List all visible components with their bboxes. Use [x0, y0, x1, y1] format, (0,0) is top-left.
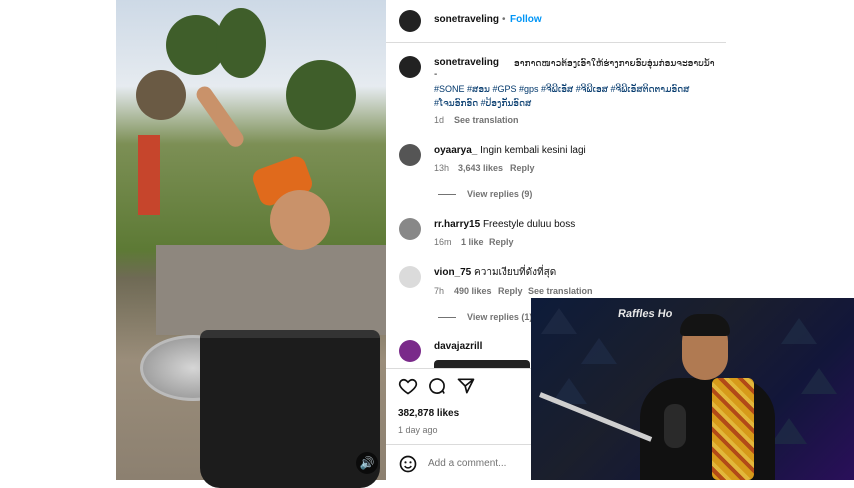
- comment-username[interactable]: davajazrill: [434, 340, 482, 354]
- wall-panel: [781, 318, 817, 344]
- microphone: [664, 404, 686, 448]
- caption-time: 1d: [434, 115, 445, 125]
- sound-icon[interactable]: 🔊: [356, 452, 378, 474]
- replies-line: [438, 194, 456, 195]
- wall-panel: [541, 308, 577, 334]
- concrete-basin: [156, 245, 386, 335]
- divider: [386, 444, 531, 445]
- comment-time: 7h: [434, 286, 445, 296]
- comment: oyaarya_ Ingin kembali kesini lagi: [434, 144, 586, 158]
- hanging-cloth: [138, 135, 160, 215]
- post-username[interactable]: sonetraveling: [434, 13, 499, 27]
- divider: [386, 368, 531, 369]
- post-time: 1 day ago: [398, 425, 438, 435]
- comment-text: ความเงียบที่ดังที่สุด: [474, 267, 557, 278]
- see-translation-link[interactable]: See translation: [454, 113, 519, 127]
- tree: [136, 70, 186, 120]
- comment-likes[interactable]: 490 likes: [454, 284, 492, 298]
- comment-username[interactable]: vion_75: [434, 267, 471, 278]
- reply-button[interactable]: Reply: [510, 161, 535, 175]
- comment: vion_75 ความเงียบที่ดังที่สุด: [434, 266, 556, 280]
- dot-separator: •: [502, 14, 506, 25]
- comment-input[interactable]: Add a comment...: [428, 457, 506, 471]
- comment-text: Ingin kembali kesini lagi: [480, 145, 586, 156]
- avatar[interactable]: [399, 266, 421, 288]
- comment-likes[interactable]: 1 like: [461, 235, 484, 249]
- host-body: [640, 378, 775, 480]
- host-scarf: [712, 378, 754, 480]
- comment-time: 13h: [434, 163, 450, 173]
- heart-icon[interactable]: [398, 376, 418, 396]
- view-replies-button[interactable]: View replies (1): [467, 310, 532, 324]
- avatar[interactable]: [399, 218, 421, 240]
- comment-username[interactable]: oyaarya_: [434, 145, 477, 156]
- wall-panel: [581, 338, 617, 364]
- left-blank-area: [0, 0, 116, 480]
- follow-button[interactable]: Follow: [510, 13, 542, 27]
- comment-time: 16m: [434, 237, 452, 247]
- comment-likes[interactable]: 3,643 likes: [458, 161, 503, 175]
- tree: [216, 8, 266, 78]
- likes-count[interactable]: 382,878 likes: [398, 407, 459, 421]
- wall-panel: [771, 418, 807, 444]
- comment-username[interactable]: rr.harry15: [434, 219, 480, 230]
- tree: [286, 60, 356, 130]
- reply-button[interactable]: Reply: [489, 235, 514, 249]
- comment-icon[interactable]: [427, 376, 447, 396]
- studio-sign: Raffles Ho: [617, 308, 674, 320]
- emoji-icon[interactable]: [398, 454, 418, 474]
- caption-text: ອາກາດໜາວຕ້ອງເອົາໃຫ້ຮ່າງກາຍອົບອຸ່ນກ່ອນຈະອ…: [514, 58, 715, 68]
- divider: [386, 42, 726, 43]
- share-icon[interactable]: [456, 376, 476, 396]
- see-translation-link[interactable]: See translation: [528, 284, 593, 298]
- caption-hashtags[interactable]: #ໂຈນອົກອົດ #ປ້ອງກັນອົດສ: [434, 96, 531, 110]
- caption-separator: -: [434, 69, 438, 80]
- reply-button[interactable]: Reply: [498, 284, 523, 298]
- black-bucket: [200, 330, 380, 488]
- comment: rr.harry15 Freestyle duluu boss: [434, 218, 575, 232]
- avatar[interactable]: [399, 340, 421, 362]
- caption-hashtags[interactable]: #SONE #ສອນ #GPS #gps #ຈີພີເອັສ #ຈີພີເອສ …: [434, 82, 690, 96]
- avatar[interactable]: [399, 144, 421, 166]
- comment-image: [434, 360, 530, 368]
- caption-username[interactable]: sonetraveling: [434, 56, 499, 70]
- avatar[interactable]: [399, 10, 421, 32]
- view-replies-button[interactable]: View replies (9): [467, 187, 532, 201]
- replies-line: [438, 317, 456, 318]
- wall-panel: [801, 368, 837, 394]
- avatar[interactable]: [399, 56, 421, 78]
- host-hair: [680, 314, 730, 336]
- comment-text: Freestyle duluu boss: [482, 219, 576, 230]
